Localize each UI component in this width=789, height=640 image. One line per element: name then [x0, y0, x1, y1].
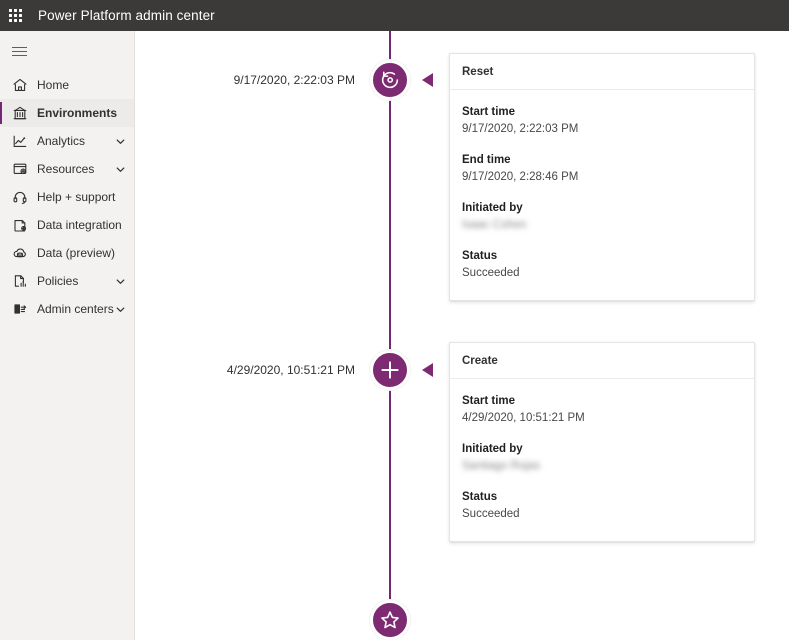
- data-integration-icon: [12, 217, 28, 233]
- sidebar-item-analytics[interactable]: Analytics: [0, 127, 134, 155]
- sidebar-item-help-support[interactable]: Help + support: [0, 183, 134, 211]
- sidebar-item-label: Data (preview): [37, 246, 116, 260]
- create-plus-icon: [378, 358, 402, 382]
- chevron-down-icon[interactable]: [114, 303, 126, 315]
- card-body: Start time 9/17/2020, 2:22:03 PM End time 9…: [450, 90, 754, 300]
- sidebar-item-label: Help + support: [37, 190, 116, 204]
- policies-icon: [12, 273, 28, 289]
- card-title: Reset: [450, 54, 754, 90]
- sidebar-item-label: Admin centers: [37, 302, 114, 316]
- card-field-value: 9/17/2020, 2:28:46 PM: [462, 171, 579, 183]
- sidebar-item-label: Policies: [37, 274, 79, 288]
- card-field-label: End time: [462, 154, 511, 166]
- card-field: Start time 9/17/2020, 2:22:03 PM: [462, 104, 742, 138]
- timeline-detail-card: Create Start time 4/29/2020, 10:51:21 PM In…: [449, 342, 755, 542]
- card-field-label: Start time: [462, 106, 516, 118]
- sidebar-item-data-integration[interactable]: Data integration: [0, 211, 134, 239]
- app-launcher-waffle-icon[interactable]: [0, 0, 31, 31]
- card-field-label: Initiated by: [462, 443, 523, 455]
- sidebar-item-label: Analytics: [37, 134, 86, 148]
- sidebar-item-home[interactable]: Home: [0, 71, 134, 99]
- sidebar-item-environments[interactable]: Environments: [0, 99, 134, 127]
- chevron-down-icon[interactable]: [114, 163, 126, 175]
- card-field-value: 4/29/2020, 10:51:21 PM: [462, 412, 585, 424]
- sidebar-item-data-preview[interactable]: Data (preview): [0, 239, 134, 267]
- card-field-value-redacted: Isaac Cohen: [462, 219, 527, 231]
- card-field-label: Status: [462, 250, 498, 262]
- hamburger-icon[interactable]: [0, 31, 134, 71]
- analytics-icon: [12, 133, 28, 149]
- timeline-detail-card: Reset Start time 9/17/2020, 2:22:03 PM End …: [449, 53, 755, 301]
- card-field: Status Succeeded: [462, 489, 742, 523]
- environments-icon: [12, 105, 28, 121]
- sidebar-item-resources[interactable]: Resources: [0, 155, 134, 183]
- sidebar-item-label: Home: [37, 78, 70, 92]
- card-pointer-arrow-icon: [422, 73, 433, 87]
- nav-list: Home Environments Analytics Resources Help +…: [0, 71, 134, 323]
- home-icon: [12, 77, 28, 93]
- data-cloud-icon: [12, 245, 28, 261]
- headset-icon: [12, 189, 28, 205]
- timeline-node-create[interactable]: [370, 350, 410, 390]
- card-field: Start time 4/29/2020, 10:51:21 PM: [462, 393, 742, 427]
- app-header: Power Platform admin center: [0, 0, 789, 31]
- timeline-event-date: 4/29/2020, 10:51:21 PM: [226, 363, 355, 377]
- card-field: Status Succeeded: [462, 248, 742, 282]
- card-field-value: 9/17/2020, 2:22:03 PM: [462, 123, 579, 135]
- chevron-down-icon[interactable]: [114, 135, 126, 147]
- timeline-node-start-of-history[interactable]: [370, 600, 410, 640]
- card-field: Initiated by Santiago Rojas: [462, 441, 742, 475]
- app-title: Power Platform admin center: [38, 8, 215, 23]
- card-pointer-arrow-icon: [422, 363, 433, 377]
- card-field-label: Initiated by: [462, 202, 523, 214]
- card-body: Start time 4/29/2020, 10:51:21 PM Initiate…: [450, 379, 754, 541]
- card-field-value: Succeeded: [462, 508, 520, 520]
- chevron-down-icon[interactable]: [114, 275, 126, 287]
- resources-icon: [12, 161, 28, 177]
- sidebar-item-policies[interactable]: Policies: [0, 267, 134, 295]
- card-field-label: Status: [462, 491, 498, 503]
- sidebar-item-admin-centers[interactable]: Admin centers: [0, 295, 134, 323]
- sidebar-item-label: Environments: [37, 106, 118, 120]
- card-field: End time 9/17/2020, 2:28:46 PM: [462, 152, 742, 186]
- timeline-panel: 9/17/2020, 2:22:03 PM Reset Start time 9/17…: [136, 31, 789, 640]
- card-field-label: Start time: [462, 395, 516, 407]
- timeline-event-date: 9/17/2020, 2:22:03 PM: [233, 73, 355, 87]
- sidebar-item-label: Data integration: [37, 218, 122, 232]
- star-icon: [379, 609, 401, 631]
- card-title: Create: [450, 343, 754, 379]
- reset-circular-arrow-icon: [379, 69, 401, 91]
- left-navigation: Home Environments Analytics Resources Help +…: [0, 31, 135, 640]
- timeline-spine: [389, 31, 391, 640]
- timeline-node-reset[interactable]: [370, 60, 410, 100]
- card-field: Initiated by Isaac Cohen: [462, 200, 742, 234]
- card-field-value: Succeeded: [462, 267, 520, 279]
- sidebar-item-label: Resources: [37, 162, 95, 176]
- admin-centers-icon: [12, 301, 28, 317]
- card-field-value-redacted: Santiago Rojas: [462, 460, 540, 472]
